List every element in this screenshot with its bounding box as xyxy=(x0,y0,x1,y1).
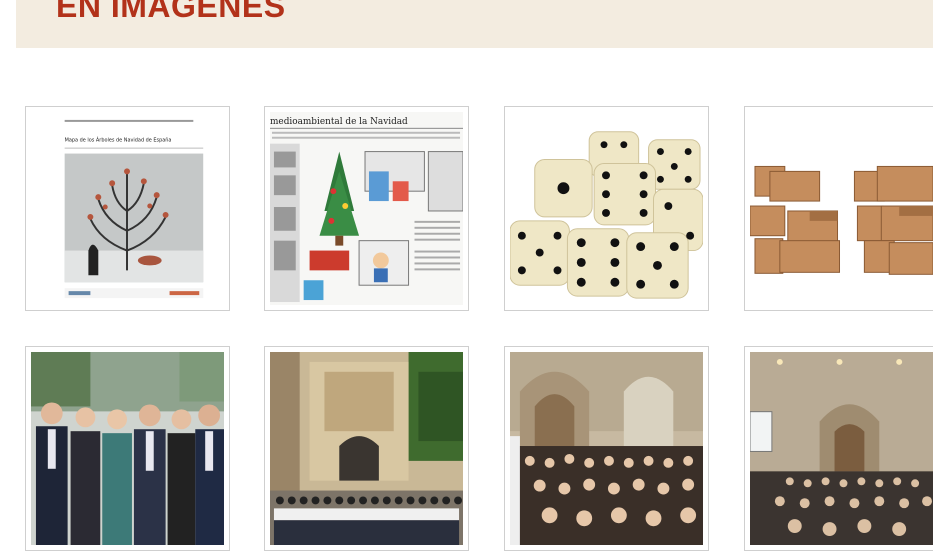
gallery-thumb-newspaper[interactable]: medioambiental de la Navidad xyxy=(264,106,469,311)
newspaper-headline: medioambiental de la Navidad xyxy=(270,117,408,127)
gallery-thumb-group-photo[interactable] xyxy=(25,346,230,551)
gallery-thumb-poster[interactable]: Mapa de los Árboles de Navidad de España xyxy=(25,106,230,311)
wooden-puzzle-image xyxy=(750,112,933,305)
gallery-thumb-wooden-puzzle[interactable] xyxy=(744,106,933,311)
gallery-thumb-dice[interactable] xyxy=(504,106,709,311)
poster-image: Mapa de los Árboles de Navidad de España xyxy=(31,112,224,305)
section-title: EN IMÁGENES xyxy=(56,0,286,24)
newspaper-image: medioambiental de la Navidad xyxy=(270,112,463,305)
gallery-thumb-conference-hall[interactable] xyxy=(744,346,933,551)
group-photo-image xyxy=(31,352,224,545)
facade-image xyxy=(270,352,463,545)
gallery-thumb-facade[interactable] xyxy=(264,346,469,551)
gallery-thumb-conference-audience[interactable] xyxy=(504,346,709,551)
poster-title-text: Mapa de los Árboles de Navidad de España xyxy=(65,137,172,144)
section-header: EN IMÁGENES xyxy=(16,0,933,48)
conference-audience-image xyxy=(510,352,703,545)
dice-image xyxy=(510,112,703,305)
conference-hall-image xyxy=(750,352,933,545)
